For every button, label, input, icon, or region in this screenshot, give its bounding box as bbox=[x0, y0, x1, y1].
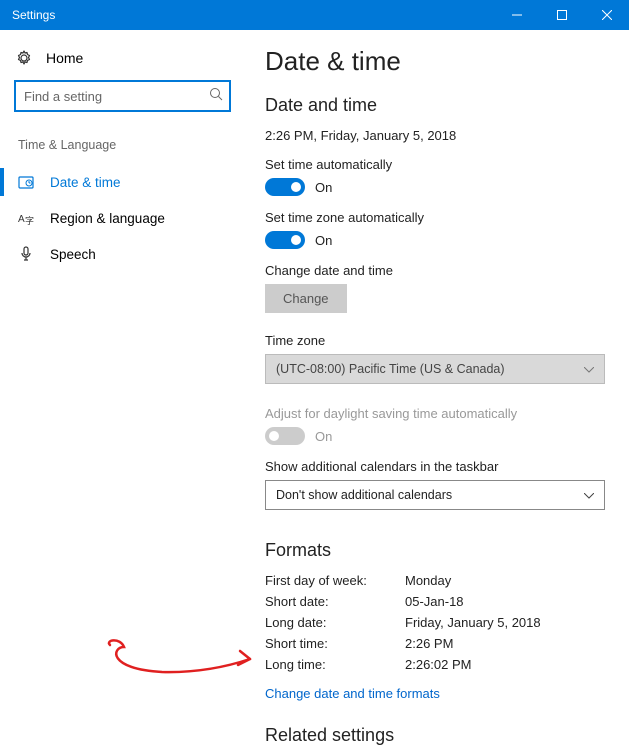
formats-title: Formats bbox=[265, 540, 609, 561]
set-tz-auto-label: Set time zone automatically bbox=[265, 210, 609, 225]
toggle-state: On bbox=[315, 233, 332, 248]
window-title: Settings bbox=[12, 8, 55, 22]
gear-icon bbox=[16, 50, 32, 66]
related-title: Related settings bbox=[265, 725, 609, 746]
nav-region-language[interactable]: A字 Region & language bbox=[0, 200, 245, 236]
change-button: Change bbox=[265, 284, 347, 313]
search-input[interactable] bbox=[24, 89, 209, 104]
short-date-label: Short date: bbox=[265, 594, 405, 609]
set-tz-auto-toggle[interactable] bbox=[265, 231, 305, 249]
short-date-value: 05-Jan-18 bbox=[405, 594, 609, 609]
svg-text:A: A bbox=[18, 214, 25, 225]
current-datetime: 2:26 PM, Friday, January 5, 2018 bbox=[265, 128, 609, 143]
chevron-down-icon bbox=[584, 488, 594, 502]
minimize-button[interactable] bbox=[494, 0, 539, 30]
page-title: Date & time bbox=[265, 46, 609, 77]
titlebar: Settings bbox=[0, 0, 629, 30]
search-box[interactable] bbox=[14, 80, 231, 112]
first-day-value: Monday bbox=[405, 573, 609, 588]
clock-icon bbox=[18, 174, 34, 190]
long-date-label: Long date: bbox=[265, 615, 405, 630]
nav-label: Date & time bbox=[50, 175, 121, 190]
close-button[interactable] bbox=[584, 0, 629, 30]
microphone-icon bbox=[18, 246, 34, 262]
toggle-state: On bbox=[315, 429, 332, 444]
svg-text:字: 字 bbox=[25, 215, 34, 226]
main-panel: Date & time Date and time 2:26 PM, Frida… bbox=[245, 30, 629, 750]
maximize-button[interactable] bbox=[539, 0, 584, 30]
change-formats-link[interactable]: Change date and time formats bbox=[265, 686, 440, 701]
home-button[interactable]: Home bbox=[0, 42, 245, 80]
home-label: Home bbox=[46, 50, 83, 66]
nav-speech[interactable]: Speech bbox=[0, 236, 245, 272]
long-time-label: Long time: bbox=[265, 657, 405, 672]
toggle-state: On bbox=[315, 180, 332, 195]
long-time-value: 2:26:02 PM bbox=[405, 657, 609, 672]
long-date-value: Friday, January 5, 2018 bbox=[405, 615, 609, 630]
timezone-value: (UTC-08:00) Pacific Time (US & Canada) bbox=[276, 362, 505, 376]
short-time-label: Short time: bbox=[265, 636, 405, 651]
set-time-auto-toggle[interactable] bbox=[265, 178, 305, 196]
timezone-dropdown: (UTC-08:00) Pacific Time (US & Canada) bbox=[265, 354, 605, 384]
nav-label: Region & language bbox=[50, 211, 165, 226]
timezone-label: Time zone bbox=[265, 333, 609, 348]
dst-toggle bbox=[265, 427, 305, 445]
show-cal-label: Show additional calendars in the taskbar bbox=[265, 459, 609, 474]
dst-label: Adjust for daylight saving time automati… bbox=[265, 406, 609, 421]
nav-label: Speech bbox=[50, 247, 96, 262]
change-dt-label: Change date and time bbox=[265, 263, 609, 278]
nav-date-time[interactable]: Date & time bbox=[0, 164, 245, 200]
language-icon: A字 bbox=[18, 210, 34, 226]
short-time-value: 2:26 PM bbox=[405, 636, 609, 651]
section-datetime: Date and time bbox=[265, 95, 609, 116]
set-time-auto-label: Set time automatically bbox=[265, 157, 609, 172]
chevron-down-icon bbox=[584, 362, 594, 376]
formats-grid: First day of week: Monday Short date: 05… bbox=[265, 573, 609, 672]
sidebar: Home Time & Language Date & time A字 Regi… bbox=[0, 30, 245, 750]
calendars-dropdown[interactable]: Don't show additional calendars bbox=[265, 480, 605, 510]
calendars-value: Don't show additional calendars bbox=[276, 488, 452, 502]
first-day-label: First day of week: bbox=[265, 573, 405, 588]
search-icon bbox=[209, 87, 223, 106]
category-label: Time & Language bbox=[0, 132, 245, 164]
